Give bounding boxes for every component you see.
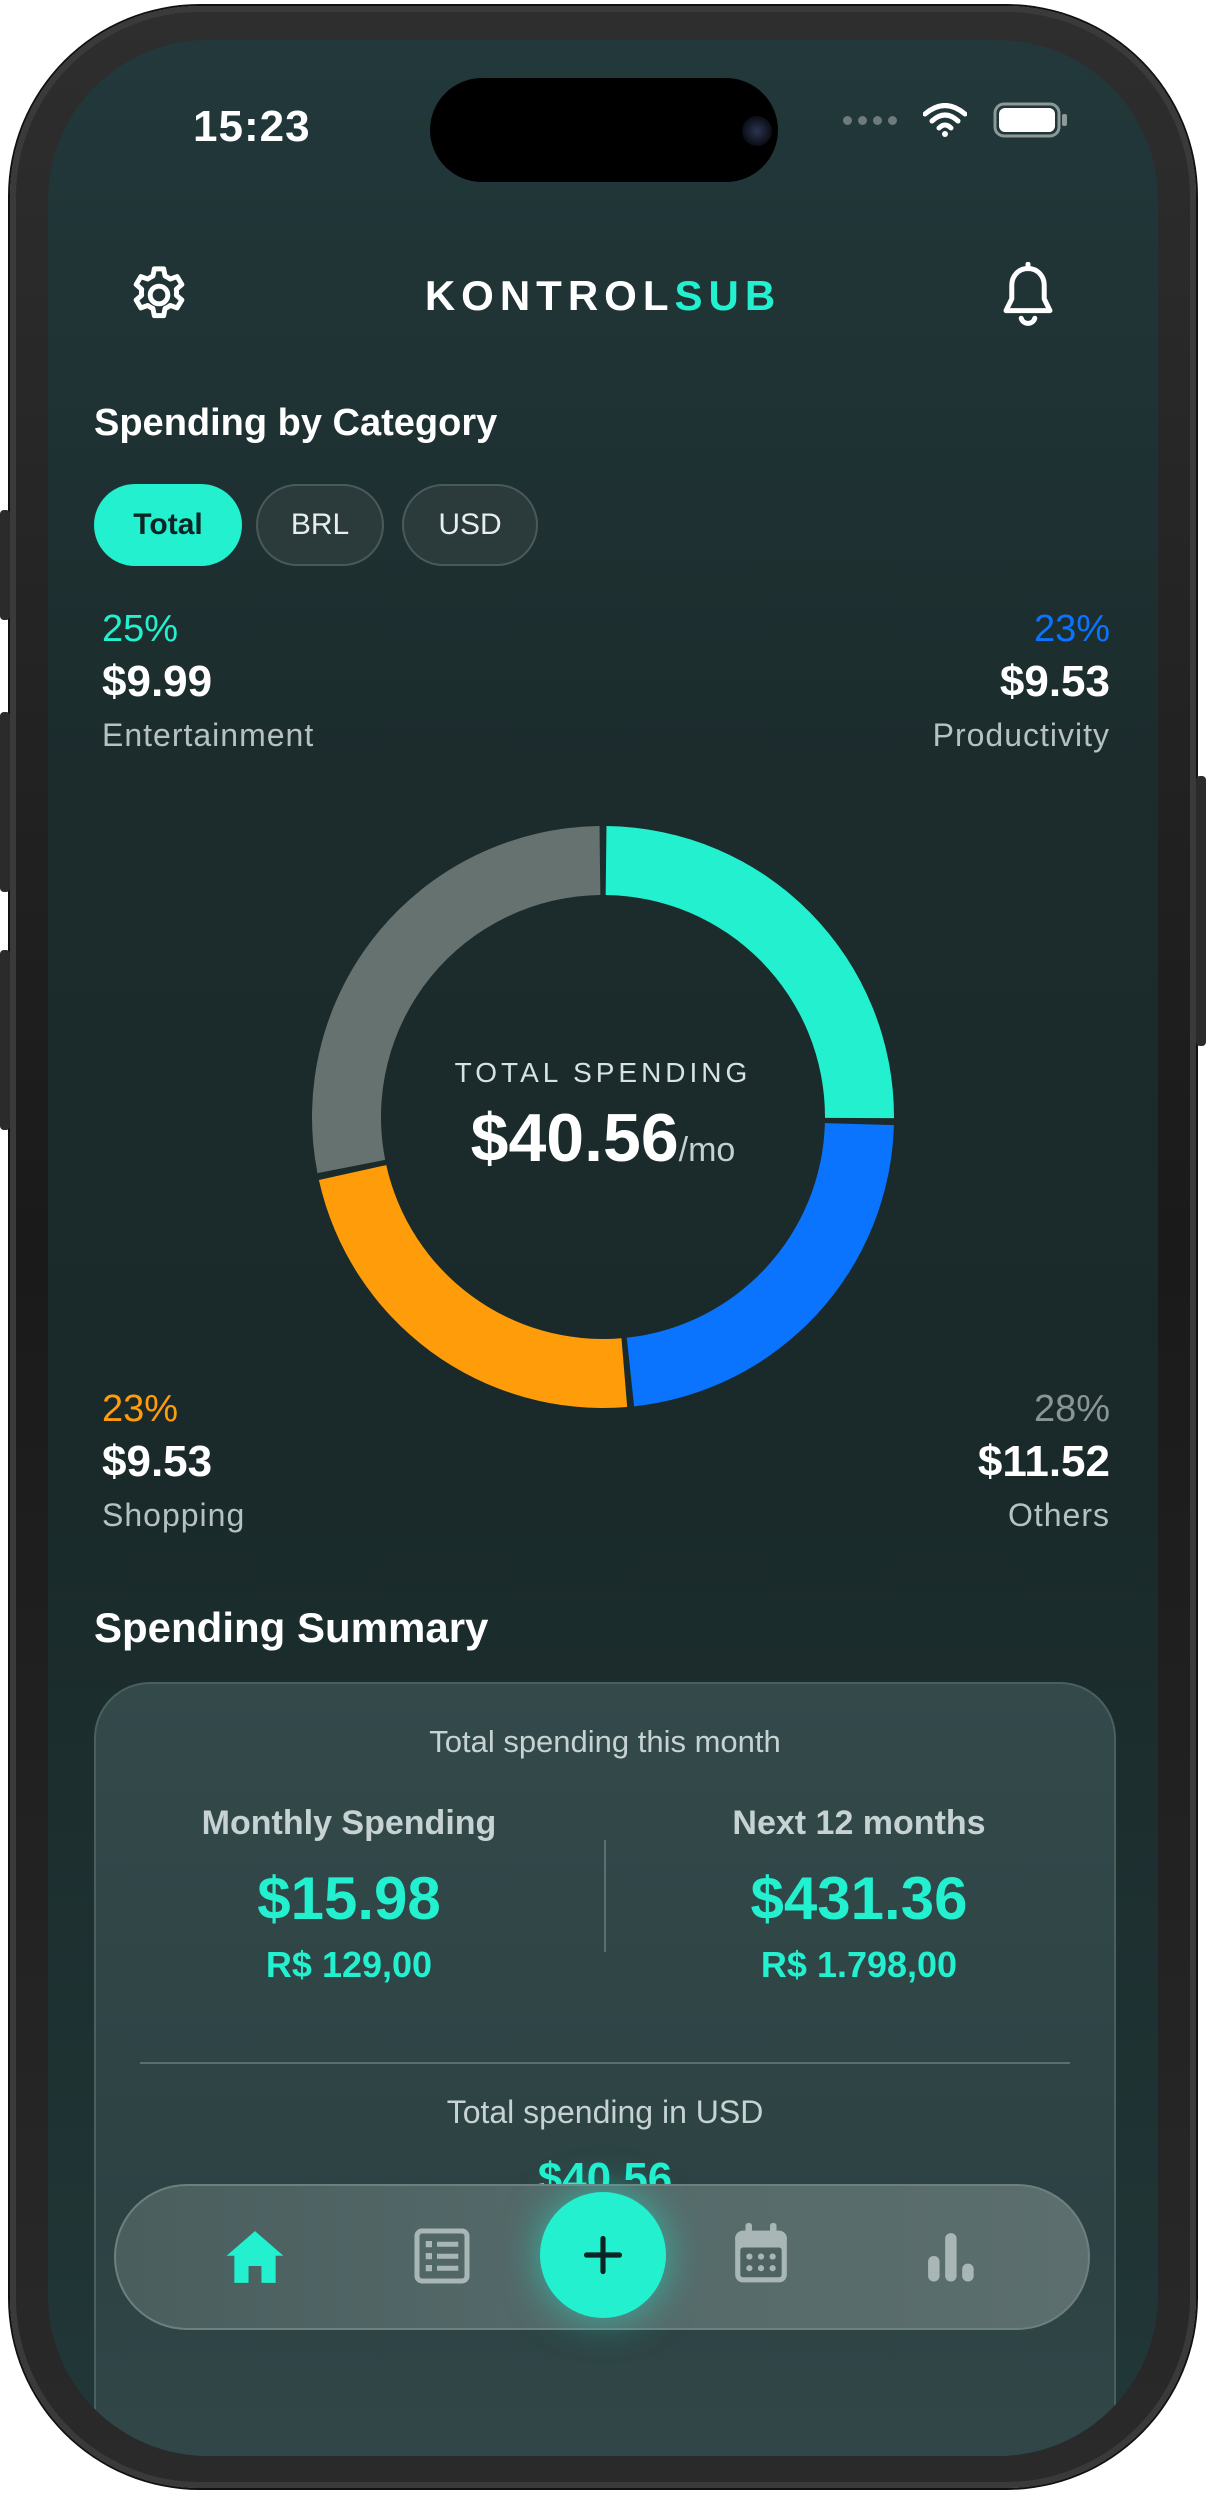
bar-chart-icon[interactable]	[922, 2228, 980, 2284]
category-productivity[interactable]: 23% $9.53 Productivity	[933, 608, 1110, 754]
app-title-accent: SUB	[674, 272, 782, 319]
monthly-spending-label: Monthly Spending	[201, 1804, 497, 1842]
status-icons	[843, 102, 1069, 138]
filter-chip-brl[interactable]: BRL	[256, 484, 384, 566]
app-title-primary: KONTROL	[424, 272, 675, 319]
usd-total-label: Total spending in USD	[446, 2094, 764, 2130]
category-label: Shopping	[102, 1497, 246, 1533]
filter-chip-usd[interactable]: USD	[402, 484, 538, 566]
next-12-months-brl: R$ 1.798,00	[760, 1944, 958, 1985]
category-amount: $9.53	[999, 657, 1110, 706]
total-spending-value: $40.56	[470, 1100, 679, 1176]
total-spending-amount: $40.56/mo	[471, 1099, 736, 1177]
category-amount: $9.99	[102, 657, 213, 706]
camera-icon	[742, 116, 772, 146]
battery-icon	[993, 102, 1067, 138]
category-section-title: Spending by Category	[94, 402, 498, 444]
volume-up-button	[0, 712, 10, 892]
category-label: Entertainment	[102, 717, 315, 753]
monthly-spending-brl: R$ 129,00	[265, 1944, 433, 1985]
category-percent: 25%	[102, 608, 179, 650]
summary-section-title: Spending Summary	[94, 1604, 489, 1651]
app-screen: 15:23 KONTROLSUB Spending by Category To…	[48, 40, 1158, 2456]
app-title: KONTROLSUB	[48, 272, 1158, 320]
notification-bell-icon[interactable]	[996, 262, 1060, 330]
signal-icon	[843, 115, 897, 125]
total-spending-caption: TOTAL SPENDING	[454, 1057, 752, 1088]
wifi-icon	[923, 103, 967, 137]
next-12-months-usd: $431.36	[750, 1865, 968, 1932]
filter-chip-total[interactable]: Total	[94, 484, 242, 566]
category-label: Productivity	[932, 717, 1110, 753]
donut-center-label: TOTAL SPENDING $40.56/mo	[312, 826, 894, 1408]
category-amount: $11.52	[977, 1437, 1110, 1486]
calendar-icon[interactable]	[730, 2220, 792, 2288]
category-label: Others	[1007, 1497, 1110, 1533]
status-time: 15:23	[193, 102, 311, 151]
summary-divider-vertical	[604, 1840, 606, 1952]
volume-down-button	[0, 950, 10, 1130]
monthly-spending-usd: $15.98	[257, 1865, 441, 1932]
add-subscription-button[interactable]	[540, 2192, 666, 2318]
category-entertainment[interactable]: 25% $9.99 Entertainment	[102, 608, 314, 754]
category-percent: 23%	[1033, 608, 1110, 650]
silent-switch	[0, 510, 10, 620]
list-icon[interactable]	[412, 2226, 472, 2286]
summary-subtitle: Total spending this month	[429, 1724, 781, 1759]
power-button	[1196, 776, 1206, 1046]
category-percent: 23%	[102, 1388, 179, 1430]
dynamic-island	[430, 78, 778, 182]
per-month-unit: /mo	[678, 1131, 736, 1169]
category-amount: $9.53	[102, 1437, 213, 1486]
category-others[interactable]: 28% $11.52 Others	[978, 1388, 1110, 1534]
plus-icon	[583, 2235, 623, 2275]
category-percent: 28%	[1033, 1388, 1110, 1430]
category-shopping[interactable]: 23% $9.53 Shopping	[102, 1388, 245, 1534]
spending-summary-card: Total spending this month Monthly Spendi…	[94, 1682, 1116, 2456]
summary-divider-horizontal	[140, 2062, 1070, 2064]
home-icon[interactable]	[224, 2228, 286, 2286]
next-12-months-label: Next 12 months	[732, 1804, 986, 1842]
